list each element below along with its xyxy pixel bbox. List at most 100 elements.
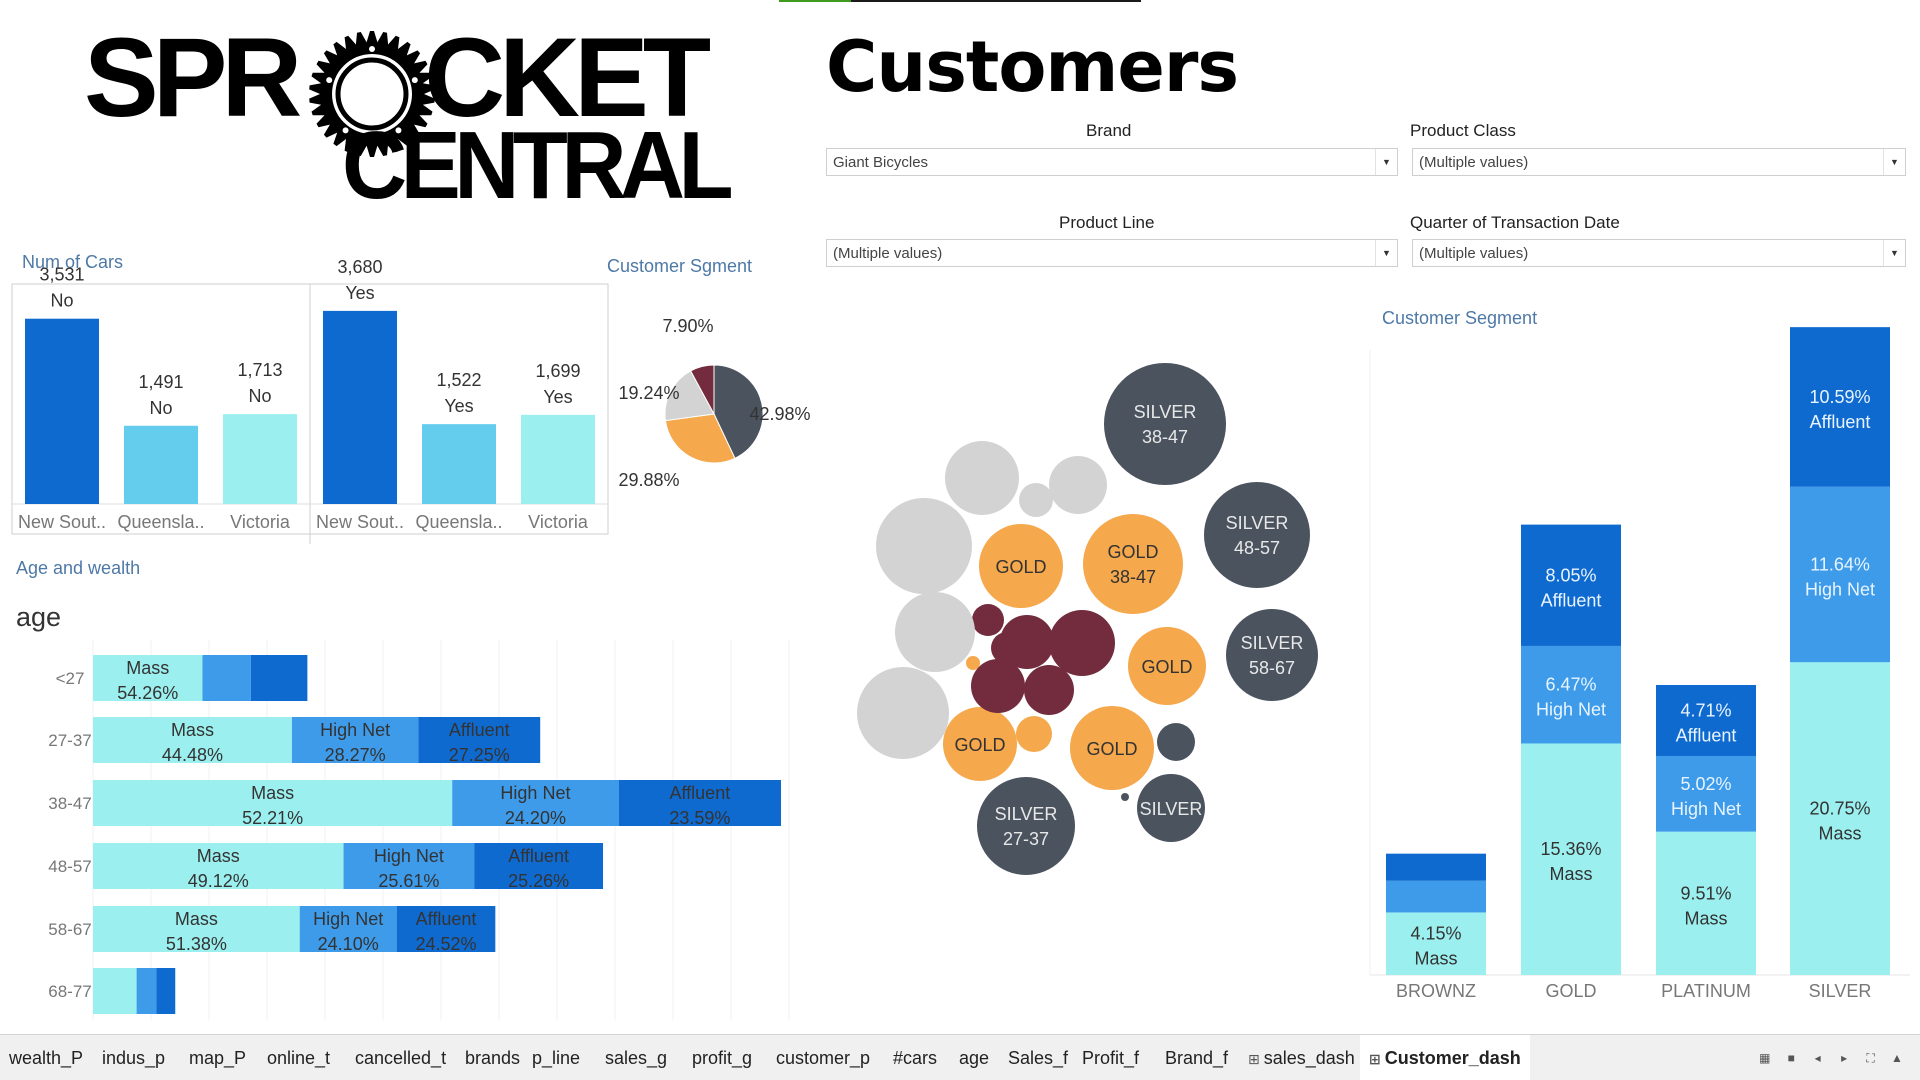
tab-label: cancelled_t [355,1048,447,1068]
tab-profit-g[interactable]: profit_g [683,1035,761,1080]
tab-p-line[interactable]: p_line [523,1035,589,1080]
tab-brands[interactable]: brands [456,1035,529,1080]
segment-category-label: PLATINUM [1661,981,1751,1001]
bar-panel-label: Yes [444,396,473,416]
bubble-0 [1104,363,1226,485]
bubble-14 [1049,610,1115,676]
tab-label: sales_dash [1263,1048,1355,1068]
bubble-13 [966,656,980,670]
tab-online-t[interactable]: online_t [258,1035,339,1080]
tab-label: map_P [189,1048,247,1068]
bubble-12 [1016,716,1052,752]
tab-tools: ▦ ■ ◂ ▸ ⛶ ▲ [1752,1049,1906,1067]
age-category-label: 48-57 [48,857,91,876]
filmstrip-view-icon[interactable]: ■ [1782,1050,1800,1066]
customer-segment-bubble-chart: SILVER 38-47SILVER 48-57SILVER 58-67SILVER 2… [857,363,1318,875]
bubble-label: GOLD [1086,739,1137,759]
x-tick-label: New Sout.. [316,512,404,532]
x-tick-label: Victoria [528,512,589,532]
tab-customer-p[interactable]: customer_p [767,1035,879,1080]
segment-category-label: SILVER [1809,981,1872,1001]
bar-value-label: 3,531 [39,265,84,285]
age-bar-mass [93,968,137,1014]
tab-indus-p[interactable]: indus_p [93,1035,174,1080]
tab-sales-f[interactable]: Sales_f [999,1035,1077,1080]
dashboard-icon: ⊞ [1248,1051,1260,1067]
tab-wealth-p[interactable]: wealth_P [0,1035,92,1080]
bubble-25 [1019,483,1053,517]
tab-map-p[interactable]: map_P [180,1035,255,1080]
tab-brand-f[interactable]: Brand_f [1156,1035,1237,1080]
x-tick-label: Victoria [230,512,291,532]
pie-label-grey: 19.24% [618,383,679,403]
tab-label: profit_g [692,1048,753,1068]
prev-icon[interactable]: ◂ [1809,1050,1827,1066]
bar-panel-label: No [50,291,73,311]
dashboard-icon: ⊞ [1369,1051,1381,1067]
bubble-21 [876,498,972,594]
segment-bar-brownz-high-net [1386,880,1486,913]
tab-age[interactable]: age [950,1035,998,1080]
bar-no-0 [25,318,99,504]
num-of-cars-chart: 3,531 No New Sout.. 1,491 No Queensla.. 1,713 N… [11,257,609,544]
present-icon[interactable]: ▲ [1888,1050,1906,1066]
bubble-24 [1049,456,1107,514]
bar-panel-label: No [248,386,271,406]
tab-label: indus_p [102,1048,166,1068]
bar-value-label: 3,680 [337,257,382,277]
segment-bar-brownz-affluent [1386,853,1486,881]
age-category-label: 58-67 [48,920,91,939]
tab--cars[interactable]: #cars [884,1035,946,1080]
tab-label: age [959,1048,990,1068]
next-icon[interactable]: ▸ [1835,1050,1853,1066]
tab-label: sales_g [605,1048,668,1068]
bar-no-2 [223,414,297,504]
fullscreen-icon[interactable]: ⛶ [1862,1050,1880,1066]
customer-sgment-pie: 7.90% 42.98% 29.88% 19.24% [618,316,810,490]
bubble-20 [945,441,1019,515]
bubble-19 [991,632,1023,664]
bar-yes-1 [422,424,496,504]
tab-label: Profit_f [1082,1048,1140,1068]
age-category-label: 27-37 [48,731,91,750]
bubble-label: GOLD [954,735,1005,755]
bubble-17 [1024,665,1074,715]
age-category-label: <27 [56,669,85,688]
bubble-23 [857,667,949,759]
bar-value-label: 1,522 [436,370,481,390]
tab-label: online_t [267,1048,331,1068]
pie-label-gold: 29.88% [618,470,679,490]
tab-label: #cars [893,1048,938,1068]
age-and-wealth-chart: <27Mass 54.26%27-37Mass 44.48%High Net 28.2… [48,640,790,1020]
tab-label: brands [465,1048,521,1068]
age-bar-affluent [250,655,308,701]
tab-customer-dash[interactable]: ⊞ Customer_dash [1360,1035,1530,1080]
bar-value-label: 1,713 [237,360,282,380]
tab-sales-g[interactable]: sales_g [596,1035,676,1080]
x-tick-label: Queensla.. [415,512,502,532]
age-category-label: 68-77 [48,982,91,1001]
tab-sales-dash[interactable]: ⊞ sales_dash [1239,1035,1364,1080]
pie-label-top: 7.90% [662,316,713,336]
tab-cancelled-t[interactable]: cancelled_t [346,1035,455,1080]
bubble-6 [1121,793,1129,801]
bar-yes-2 [521,414,595,504]
bar-panel-label: Yes [543,387,572,407]
bubble-label: GOLD [1141,657,1192,677]
pie-label-silver: 42.98% [749,404,810,424]
bubble-22 [895,592,975,672]
segment-category-label: GOLD [1545,981,1596,1001]
bar-panel-label: No [149,398,172,418]
tab-label: Brand_f [1165,1048,1229,1068]
bar-panel-label: Yes [345,283,374,303]
tab-profit-f[interactable]: Profit_f [1073,1035,1148,1080]
grid-view-icon[interactable]: ▦ [1756,1050,1774,1066]
tab-label: customer_p [776,1048,871,1068]
bubble-16 [971,659,1025,713]
bar-yes-0 [323,310,397,504]
bubble-7 [1083,514,1183,614]
age-bar-high-net [136,968,157,1014]
tab-label: Customer_dash [1384,1048,1521,1068]
x-tick-label: Queensla.. [117,512,204,532]
tab-label: wealth_P [9,1048,84,1068]
